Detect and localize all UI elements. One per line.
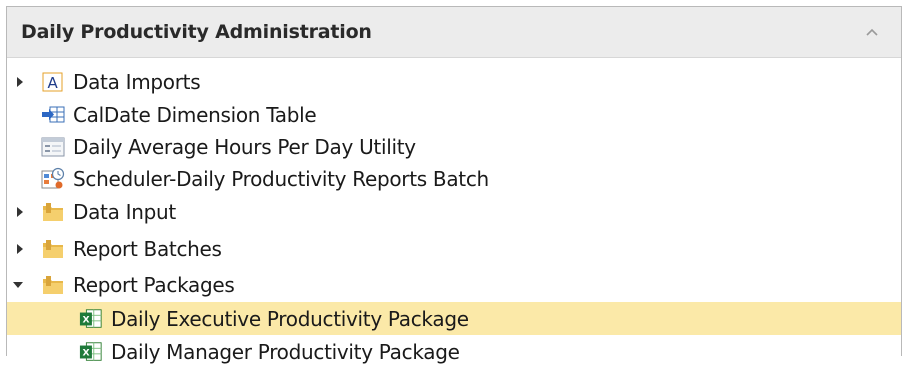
tree-item-label: Report Batches: [73, 236, 222, 261]
svg-text:X: X: [83, 314, 90, 325]
tree-item-label: Daily Average Hours Per Day Utility: [73, 134, 416, 159]
tree-item-label: Data Input: [73, 199, 176, 224]
tree-item-data-imports[interactable]: A Data Imports: [7, 65, 901, 98]
tree-item-label: CalDate Dimension Table: [73, 102, 317, 127]
tree-item-label: Scheduler-Daily Productivity Reports Bat…: [73, 166, 489, 191]
excel-package-icon: X: [79, 340, 103, 364]
form-window-icon: [41, 135, 65, 159]
panel-title: Daily Productivity Administration: [21, 21, 372, 43]
folder-icon: [41, 237, 65, 261]
panel-header[interactable]: Daily Productivity Administration: [7, 7, 901, 58]
folder-icon: [41, 273, 65, 297]
chevron-up-icon[interactable]: [863, 23, 881, 41]
excel-package-icon: X: [79, 307, 103, 331]
svg-text:A: A: [48, 74, 59, 92]
navigation-panel: Daily Productivity Administration A Data…: [6, 6, 902, 364]
tree-item-label: Report Packages: [73, 272, 235, 297]
folder-icon: [41, 200, 65, 224]
tree-item-label: Data Imports: [73, 69, 201, 94]
tree-item-label: Daily Manager Productivity Package: [111, 339, 460, 364]
collapse-arrow-icon[interactable]: [11, 278, 25, 292]
table-import-icon: [41, 103, 65, 127]
scheduler-icon: [41, 167, 65, 191]
tree-item-data-input[interactable]: Data Input: [7, 195, 901, 228]
expand-arrow-icon[interactable]: [13, 75, 27, 89]
tree-item-label: Daily Executive Productivity Package: [111, 306, 469, 331]
tree-item-caldate-dimension-table[interactable]: CalDate Dimension Table: [7, 98, 901, 131]
svg-text:X: X: [83, 347, 90, 358]
tree-item-daily-executive-package[interactable]: X Daily Executive Productivity Package: [7, 302, 901, 335]
tree-item-scheduler-batch[interactable]: Scheduler-Daily Productivity Reports Bat…: [7, 162, 901, 195]
expand-arrow-icon[interactable]: [13, 205, 27, 219]
tree-item-daily-average-hours-utility[interactable]: Daily Average Hours Per Day Utility: [7, 130, 901, 163]
tree-item-daily-manager-package[interactable]: X Daily Manager Productivity Package: [7, 335, 901, 368]
expand-arrow-icon[interactable]: [13, 242, 27, 256]
tree-item-report-batches[interactable]: Report Batches: [7, 232, 901, 265]
text-A-icon: A: [41, 70, 65, 94]
tree-item-report-packages[interactable]: Report Packages: [7, 268, 901, 301]
